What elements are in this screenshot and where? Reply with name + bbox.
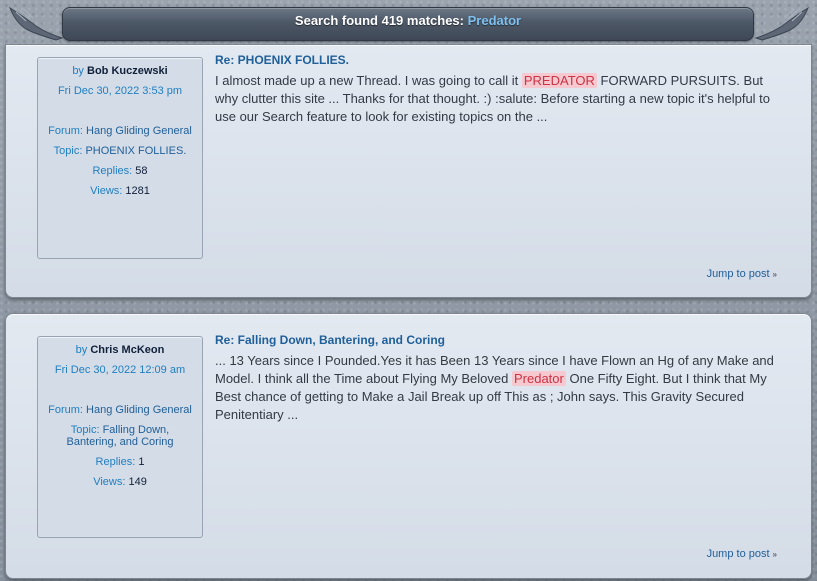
excerpt-text: I almost made up a new Thread. I was goi… (215, 73, 522, 88)
forum-line: Forum: Hang Gliding General (38, 400, 202, 420)
jump-to-post-link[interactable]: Jump to post» (707, 548, 777, 560)
search-result-title: Search found 419 matches: Predator (62, 13, 754, 31)
forum-link[interactable]: Hang Gliding General (86, 125, 192, 137)
jump-to-post-label: Jump to post (706, 268, 770, 280)
forum-label: Forum: (48, 125, 83, 137)
replies-count: 58 (135, 165, 148, 177)
eagle-logo-icon (8, 6, 64, 41)
post-title-link[interactable]: Re: Falling Down, Bantering, and Coring (215, 333, 445, 347)
topic-line: Topic: Falling Down, Bantering, and Cori… (38, 420, 202, 452)
replies-count: 1 (138, 456, 145, 468)
author-link[interactable]: Bob Kuczewski (87, 65, 168, 77)
views-count: 149 (128, 476, 147, 488)
author-line: by Chris McKeon (38, 340, 202, 360)
post-date: Fri Dec 30, 2022 3:53 pm (57, 85, 183, 97)
by-label: by (72, 65, 84, 77)
forum-link[interactable]: Hang Gliding General (86, 404, 192, 416)
replies-label: Replies: (92, 165, 133, 177)
post-title-link[interactable]: Re: PHOENIX FOLLIES. (215, 53, 349, 67)
forum-line: Forum: Hang Gliding General (38, 121, 202, 141)
topic-label: Topic: (70, 424, 100, 436)
author-line: by Bob Kuczewski (38, 61, 202, 81)
search-highlight: Predator (511, 371, 566, 386)
chevron-right-icon: » (772, 270, 777, 279)
views-count: 1281 (125, 185, 150, 197)
post-excerpt: I almost made up a new Thread. I was goi… (215, 72, 785, 126)
forum-label: Forum: (48, 404, 83, 416)
search-header: Search found 419 matches: Predator (0, 0, 817, 46)
views-label: Views: (90, 185, 123, 197)
post-meta-box: by Bob Kuczewski Fri Dec 30, 2022 3:53 p… (37, 57, 203, 259)
post-excerpt: ... 13 Years since I Pounded.Yes it has … (215, 352, 785, 424)
views-line: Views: 149 (38, 472, 202, 492)
views-label: Views: (93, 476, 126, 488)
jump-to-post-link[interactable]: Jump to post» (707, 268, 777, 280)
by-label: by (75, 344, 88, 356)
topic-label: Topic: (53, 145, 83, 157)
post-date: Fri Dec 30, 2022 12:09 am (54, 364, 186, 376)
eagle-logo-icon (754, 6, 810, 41)
jump-to-post-label: Jump to post (706, 548, 770, 560)
author-link[interactable]: Chris McKeon (90, 344, 164, 356)
post-meta-box: by Chris McKeon Fri Dec 30, 2022 12:09 a… (37, 336, 203, 538)
search-result-item: by Bob Kuczewski Fri Dec 30, 2022 3:53 p… (5, 44, 812, 298)
replies-line: Replies: 58 (38, 161, 202, 181)
replies-line: Replies: 1 (38, 452, 202, 472)
topic-link[interactable]: PHOENIX FOLLIES. (85, 145, 186, 157)
search-keyword: Predator (467, 13, 522, 28)
search-count-text: Search found 419 matches: (294, 13, 464, 28)
chevron-right-icon: » (772, 550, 777, 559)
search-highlight: PREDATOR (521, 73, 597, 88)
replies-label: Replies: (95, 456, 136, 468)
views-line: Views: 1281 (38, 181, 202, 201)
search-result-item: by Chris McKeon Fri Dec 30, 2022 12:09 a… (5, 313, 812, 579)
topic-line: Topic: PHOENIX FOLLIES. (38, 141, 202, 161)
